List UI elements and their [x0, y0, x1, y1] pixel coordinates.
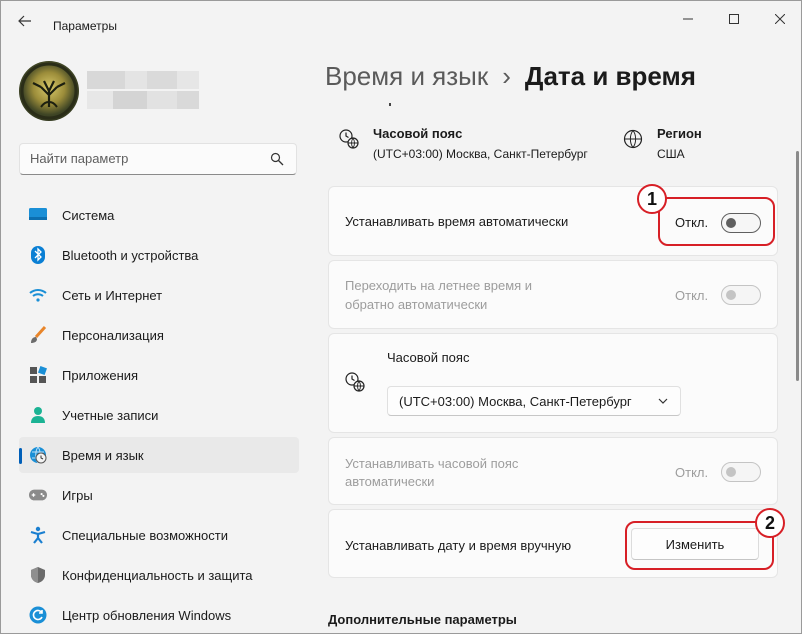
dst-label-line1: Переходить на летнее время и — [345, 278, 533, 293]
chevron-down-icon — [658, 398, 668, 404]
accessibility-icon — [29, 526, 47, 544]
sidebar-item-personalization[interactable]: Персонализация — [19, 317, 299, 353]
toggle-knob — [726, 467, 736, 477]
auto-timezone-label-line1: Устанавливать часовой пояс — [345, 456, 519, 471]
annotation-badge-1: 1 — [637, 184, 667, 214]
search-box[interactable] — [19, 143, 297, 175]
close-button[interactable] — [757, 5, 801, 33]
sidebar-item-system[interactable]: Система — [19, 197, 299, 233]
sidebar-item-windows-update[interactable]: Центр обновления Windows — [19, 597, 299, 633]
sidebar-item-apps[interactable]: Приложения — [19, 357, 299, 393]
maximize-icon — [729, 14, 739, 24]
sidebar-item-label: Время и язык — [62, 447, 144, 463]
info-region-value: США — [657, 147, 685, 161]
wifi-icon — [29, 286, 47, 304]
sidebar-item-label: Учетные записи — [62, 407, 159, 423]
timezone-label: Часовой пояс — [387, 350, 470, 365]
additional-settings-heading: Дополнительные параметры — [328, 612, 517, 627]
globe-clock-icon — [345, 372, 365, 392]
globe-icon — [623, 129, 643, 149]
sidebar-item-label: Bluetooth и устройства — [62, 247, 199, 263]
info-timezone-value: (UTC+03:00) Москва, Санкт-Петербург — [373, 147, 588, 161]
blurred-username — [87, 71, 199, 111]
sidebar-item-label: Система — [62, 207, 115, 223]
apps-icon — [29, 366, 47, 384]
sidebar-item-label: Приложения — [62, 367, 139, 383]
sidebar-item-accounts[interactable]: Учетные записи — [19, 397, 299, 433]
scrollbar[interactable] — [796, 151, 799, 381]
sidebar-item-label: Конфиденциальность и защита — [62, 567, 253, 583]
shield-icon — [29, 566, 47, 584]
sidebar-item-bluetooth[interactable]: Bluetooth и устройства — [19, 237, 299, 273]
brush-icon — [29, 326, 47, 344]
breadcrumb-separator: › — [502, 61, 511, 91]
sidebar-item-gaming[interactable]: Игры — [19, 477, 299, 513]
sidebar-nav: Система Bluetooth и устройства Сеть и Ин… — [19, 197, 299, 633]
timezone-dropdown[interactable]: (UTC+03:00) Москва, Санкт-Петербург — [387, 386, 681, 416]
sidebar-item-time-language[interactable]: Время и язык — [19, 437, 299, 473]
dst-state: Откл. — [675, 288, 709, 303]
auto-timezone-label-line2: автоматически — [345, 474, 435, 489]
sidebar-item-label: Центр обновления Windows — [62, 607, 232, 623]
sidebar-item-label: Игры — [62, 487, 93, 503]
gamepad-icon — [29, 486, 47, 504]
auto-time-label: Устанавливать время автоматически — [345, 214, 569, 229]
settings-window: Параметры Найти параметр Система Bluetoo… — [0, 0, 802, 634]
minimize-icon — [683, 18, 693, 20]
annotation-badge-2: 2 — [755, 508, 785, 538]
breadcrumb-parent[interactable]: Время и язык — [325, 61, 488, 91]
back-button[interactable] — [13, 11, 37, 31]
update-icon — [29, 606, 47, 624]
setting-auto-timezone: Устанавливать часовой пояс автоматически… — [328, 437, 778, 505]
info-region-title: Регион — [657, 126, 702, 141]
dst-label-line2: обратно автоматически — [345, 297, 488, 312]
sidebar-item-label: Персонализация — [62, 327, 164, 343]
divider-dot — [389, 103, 391, 106]
back-arrow-icon — [18, 15, 31, 27]
sidebar-item-network[interactable]: Сеть и Интернет — [19, 277, 299, 313]
sidebar-item-label: Специальные возможности — [62, 527, 228, 543]
search-icon[interactable] — [270, 152, 284, 166]
dst-toggle[interactable] — [721, 285, 761, 305]
account-icon — [29, 406, 47, 424]
annotation-highlight-1 — [658, 197, 775, 246]
tree-avatar-icon — [20, 62, 78, 120]
title-bar: Параметры — [1, 1, 801, 41]
search-input[interactable] — [30, 151, 260, 166]
time-language-icon — [29, 446, 47, 464]
minimize-button[interactable] — [665, 5, 711, 33]
sidebar-item-privacy[interactable]: Конфиденциальность и защита — [19, 557, 299, 593]
toggle-knob — [726, 290, 736, 300]
bluetooth-icon — [29, 246, 47, 264]
annotation-highlight-2 — [625, 521, 774, 570]
setting-dst: Переходить на летнее время и обратно авт… — [328, 260, 778, 329]
info-timezone-title: Часовой пояс — [373, 126, 463, 141]
auto-timezone-toggle[interactable] — [721, 462, 761, 482]
auto-timezone-state: Откл. — [675, 465, 709, 480]
sidebar-item-accessibility[interactable]: Специальные возможности — [19, 517, 299, 553]
close-icon — [775, 14, 785, 24]
timezone-dropdown-value: (UTC+03:00) Москва, Санкт-Петербург — [399, 394, 632, 409]
breadcrumb: Время и язык › Дата и время — [325, 61, 696, 92]
sidebar-item-label: Сеть и Интернет — [62, 287, 163, 303]
manual-datetime-label: Устанавливать дату и время вручную — [345, 538, 572, 553]
avatar[interactable] — [19, 61, 79, 121]
maximize-button[interactable] — [711, 5, 757, 33]
setting-timezone: Часовой пояс (UTC+03:00) Москва, Санкт-П… — [328, 333, 778, 433]
app-title: Параметры — [53, 19, 117, 33]
globe-clock-icon — [339, 129, 359, 149]
system-icon — [29, 206, 47, 224]
page-title: Дата и время — [524, 61, 696, 91]
